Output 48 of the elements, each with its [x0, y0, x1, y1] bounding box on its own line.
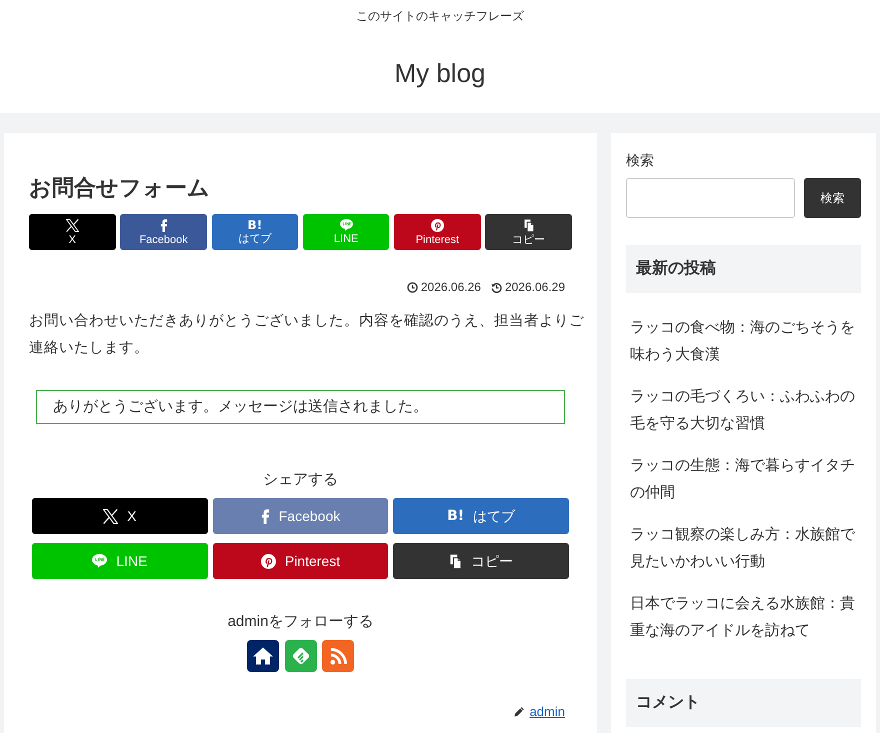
- share-button[interactable]: X: [32, 498, 208, 534]
- search-button[interactable]: 検索: [804, 178, 861, 218]
- recent-post-link[interactable]: ラッコの食べ物：海のごちそうを味わう大食漢: [630, 314, 857, 368]
- b-logo-icon: B!: [248, 219, 262, 232]
- success-message: ありがとうございます。メッセージは送信されました。: [36, 390, 565, 424]
- share-button[interactable]: コピー: [393, 543, 569, 579]
- author-link[interactable]: admin: [530, 702, 565, 722]
- share-button[interactable]: コピー: [485, 214, 572, 250]
- updated-date: 2026.06.29: [504, 279, 565, 295]
- recent-post-link[interactable]: ラッコの生態：海で暮らすイタチの仲間: [630, 452, 857, 506]
- share-button[interactable]: Pinterest: [394, 214, 481, 250]
- clock-icon: [406, 282, 418, 292]
- home-icon: [253, 647, 273, 665]
- speech-bubble-icon: [340, 219, 353, 232]
- recent-post-link[interactable]: ラッコ観察の楽しみ方：水族館で見たいかわいい行動: [630, 521, 857, 575]
- site-tagline: このサイトのキャッチフレーズ: [356, 8, 524, 25]
- share-button[interactable]: Facebook: [120, 214, 207, 250]
- rss-icon: [330, 648, 346, 664]
- share-heading: シェアする: [263, 471, 338, 488]
- widget-heading: コメント: [626, 678, 861, 726]
- site-title[interactable]: My blog: [394, 54, 486, 92]
- share-button[interactable]: X: [29, 214, 116, 250]
- x-logo-icon: [66, 218, 79, 232]
- p-logo-icon: [260, 554, 276, 568]
- x-logo-icon: [103, 508, 118, 524]
- widget-heading: 最新の投稿: [626, 244, 861, 292]
- follow-heading: adminをフォローする: [228, 613, 374, 630]
- recent-post-link[interactable]: 日本でラッコに会える水族館：貴重な海のアイドルを訪ねて: [630, 590, 857, 644]
- history-icon: [490, 282, 502, 292]
- pencil-icon: [512, 706, 525, 718]
- f-logo-icon: [160, 218, 168, 232]
- share-button[interactable]: Facebook: [212, 498, 388, 534]
- recent-post-link[interactable]: ラッコの毛づくろい：ふわふわの毛を守る大切な習慣: [630, 383, 857, 437]
- f-logo-icon: [260, 508, 270, 524]
- follow-button[interactable]: [247, 640, 279, 672]
- share-button[interactable]: B! はてブ: [393, 498, 569, 534]
- post-date: 2026.06.26: [420, 279, 481, 295]
- b-logo-icon: B!: [447, 509, 464, 523]
- p-logo-icon: [430, 218, 444, 232]
- copy-icon: [522, 218, 535, 232]
- body-paragraph: お問い合わせいただきありがとうございました。内容を確認のうえ、担当者よりご連絡いたします。: [29, 312, 585, 358]
- speech-bubble-icon: [92, 554, 108, 568]
- page-title: お問合せフォーム: [29, 174, 210, 202]
- share-button[interactable]: Pinterest: [212, 543, 388, 579]
- share-button[interactable]: B! はてブ: [212, 214, 298, 250]
- search-field[interactable]: [626, 178, 795, 218]
- copy-icon: [449, 554, 462, 568]
- search-label: 検索: [626, 151, 654, 169]
